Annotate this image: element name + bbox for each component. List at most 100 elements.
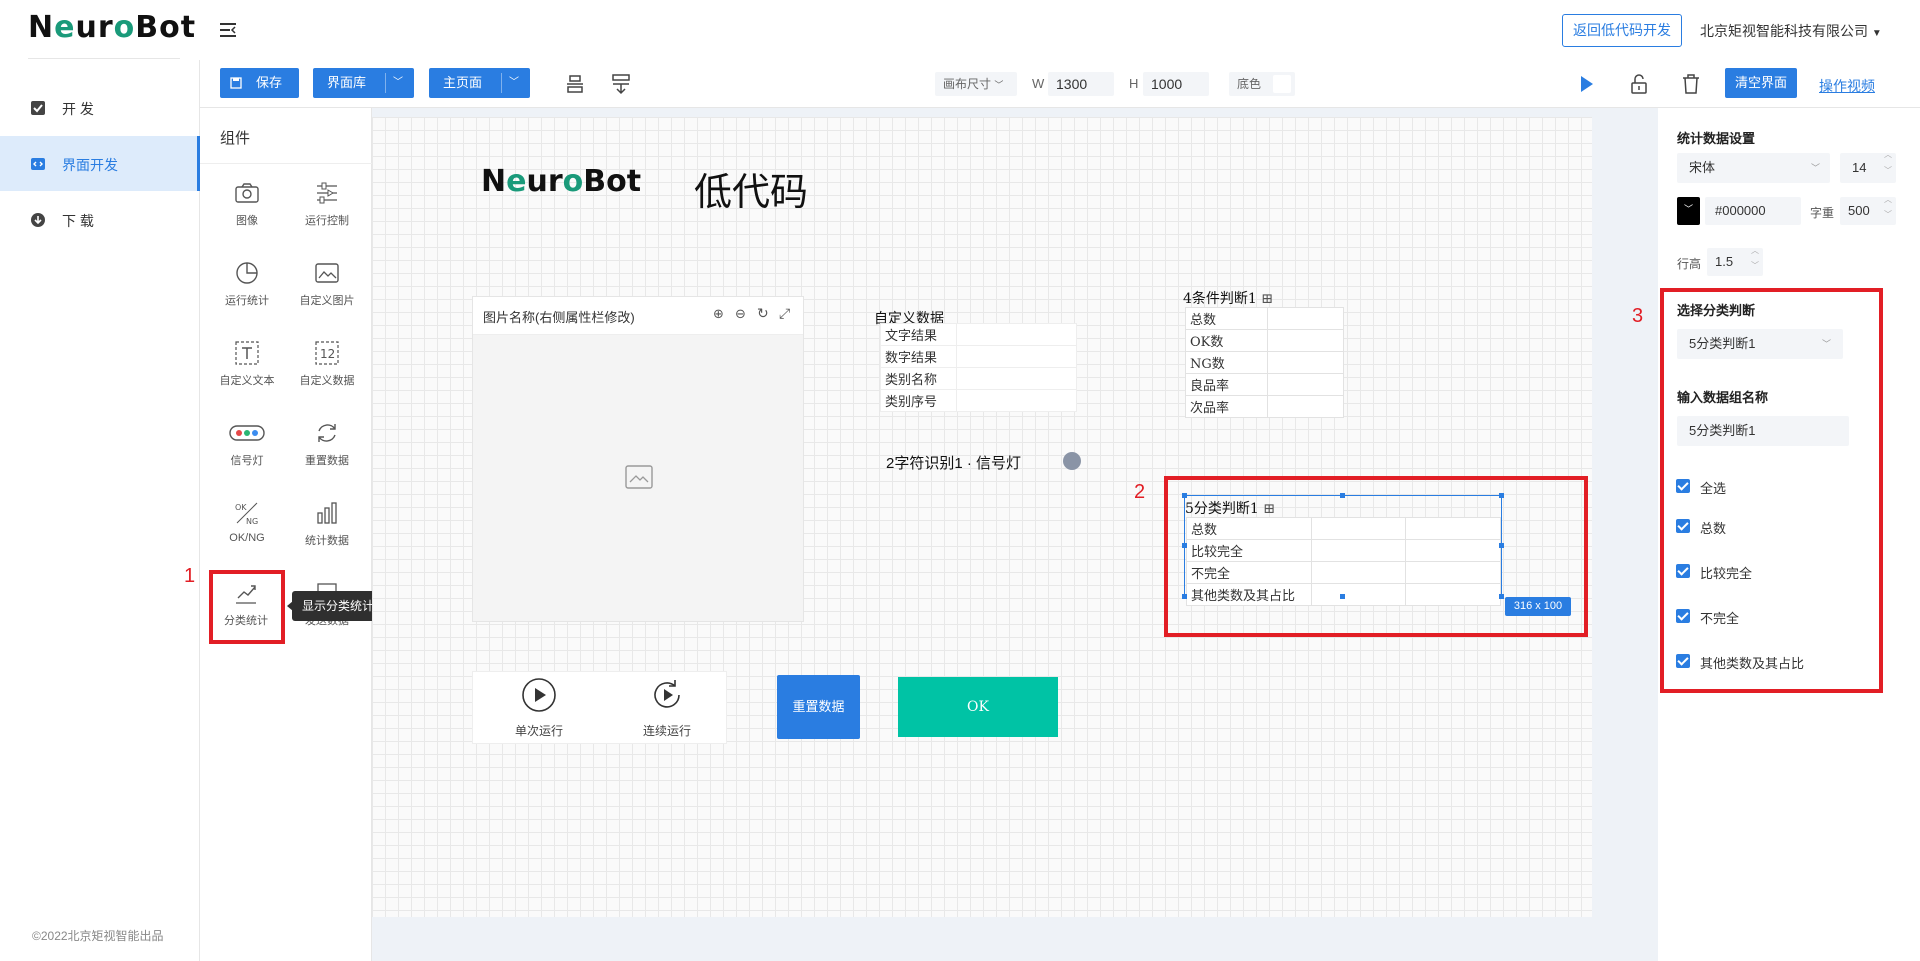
- resize-handle[interactable]: [1340, 594, 1345, 599]
- run-once-button[interactable]: 单次运行: [509, 677, 569, 739]
- checkbox-select-all[interactable]: [1676, 479, 1690, 493]
- class5-title: 5分类判断1 ⊞: [1185, 498, 1275, 518]
- chevron-down-icon: ﹀: [994, 80, 1004, 90]
- group-name-input[interactable]: 5分类判断1: [1677, 416, 1849, 446]
- height-label: H: [1129, 76, 1139, 91]
- resize-handle[interactable]: [1499, 543, 1504, 548]
- resize-handle[interactable]: [1182, 543, 1187, 548]
- play-icon[interactable]: [1574, 72, 1598, 96]
- clear-ui-button[interactable]: 清空界面: [1725, 68, 1797, 98]
- font-size-input[interactable]: 14 ︿ ﹀: [1840, 150, 1896, 183]
- size-badge: 316 x 100: [1505, 597, 1571, 616]
- divider: [501, 73, 502, 93]
- component-custom-data[interactable]: 12 自定义数据: [287, 340, 367, 410]
- component-ok-ng[interactable]: OK NG OK/NG: [207, 500, 287, 570]
- cond4-table[interactable]: 总数 OK数 NG数 良品率 次品率: [1185, 307, 1344, 418]
- resize-handle[interactable]: [1182, 594, 1187, 599]
- font-family-select[interactable]: 宋体 ﹀: [1677, 153, 1830, 183]
- font-weight-label: 字重: [1810, 206, 1835, 220]
- tooltip-arrow: [287, 601, 293, 611]
- width-input[interactable]: 1300: [1048, 72, 1114, 96]
- checkbox-total[interactable]: [1676, 519, 1690, 533]
- component-custom-text[interactable]: 自定义文本: [207, 340, 287, 410]
- stepper-icon[interactable]: ︿ ﹀: [1751, 243, 1759, 273]
- line-height-input[interactable]: 1.5 ︿ ﹀: [1707, 246, 1763, 276]
- color-input[interactable]: #000000: [1705, 197, 1801, 225]
- component-run-stats[interactable]: 运行统计: [207, 260, 287, 330]
- checkbox-incomplete[interactable]: [1676, 609, 1690, 623]
- divider: [28, 58, 180, 59]
- library-dropdown[interactable]: 界面库 ﹀: [313, 68, 414, 98]
- zoom-out-icon[interactable]: ⊖: [735, 306, 746, 322]
- sidebar-item-download[interactable]: 下 载: [0, 192, 200, 247]
- save-button[interactable]: 保存: [220, 68, 299, 98]
- canvas-size-select[interactable]: 画布尺寸 ﹀: [935, 72, 1017, 96]
- cond4-title[interactable]: 4条件判断1 ⊞: [1183, 288, 1273, 308]
- component-signal-light[interactable]: 信号灯: [207, 420, 287, 490]
- back-to-lowcode-button[interactable]: 返回低代码开发: [1562, 14, 1682, 47]
- table-cell: [956, 323, 1077, 346]
- component-run-control[interactable]: 运行控制: [287, 180, 367, 250]
- image-panel[interactable]: 图片名称(右侧属性栏修改) ⊕ ⊖ ↻ ⤢: [472, 296, 804, 622]
- table-cell: NG数: [1185, 351, 1268, 374]
- bg-color-picker[interactable]: 底色: [1229, 72, 1295, 96]
- component-custom-image[interactable]: 自定义图片: [287, 260, 367, 330]
- signal-light-indicator: [1063, 452, 1081, 470]
- distribute-icon[interactable]: [609, 72, 633, 96]
- resize-handle[interactable]: [1499, 493, 1504, 498]
- stepper-icon[interactable]: ︿ ﹀: [1884, 147, 1892, 179]
- signal-light-label[interactable]: 2字符识别1 · 信号灯: [886, 452, 1021, 473]
- number-icon: 12: [315, 341, 339, 365]
- save-icon: [230, 77, 242, 89]
- zoom-in-icon[interactable]: ⊕: [713, 306, 724, 322]
- component-statistics[interactable]: 统计数据: [287, 500, 367, 570]
- table-row: NG数: [1185, 351, 1344, 374]
- resize-handle[interactable]: [1182, 493, 1187, 498]
- reset-data-button[interactable]: 重置数据: [777, 675, 860, 739]
- code-icon: [31, 158, 45, 170]
- canvas-logo[interactable]: NeuroBot: [481, 164, 641, 199]
- class5-component[interactable]: 5分类判断1 ⊞ 总数 比较完全 不完全 其他类数及其占比: [1182, 493, 1504, 606]
- component-image[interactable]: 图像: [207, 180, 287, 250]
- classifier-select[interactable]: 5分类判断1 ﹀: [1677, 329, 1843, 359]
- height-input[interactable]: 1000: [1143, 72, 1209, 96]
- app-logo: NeuroBot: [28, 10, 197, 45]
- checkbox-others[interactable]: [1676, 654, 1690, 668]
- tutorial-video-link[interactable]: 操作视频: [1819, 76, 1875, 96]
- table-cell: 次品率: [1185, 395, 1268, 418]
- checkbox-label: 不完全: [1700, 611, 1740, 626]
- component-label: 重置数据: [305, 455, 349, 467]
- fullscreen-icon[interactable]: ⤢: [779, 305, 790, 322]
- unlock-icon[interactable]: [1627, 72, 1651, 96]
- component-label: 统计数据: [305, 535, 349, 547]
- align-center-icon[interactable]: [563, 72, 587, 96]
- stepper-icon[interactable]: ︿ ﹀: [1884, 192, 1892, 222]
- color-swatch[interactable]: ﹀: [1677, 197, 1700, 225]
- sidebar-item-label: 界面开发: [62, 157, 118, 173]
- trash-icon[interactable]: [1679, 72, 1703, 96]
- custom-data-table[interactable]: 文字结果 数字结果 类别名称 类别序号: [880, 323, 1077, 412]
- company-menu[interactable]: 北京矩视智能科技有限公司 ▼: [1700, 21, 1882, 41]
- picture-icon: [315, 263, 339, 283]
- font-weight-value: 500: [1848, 203, 1870, 218]
- component-reset-data[interactable]: 重置数据: [287, 420, 367, 490]
- checkbox-icon: [31, 101, 45, 115]
- table-cell: [1310, 583, 1407, 606]
- ok-button[interactable]: OK: [898, 677, 1058, 737]
- select-classifier-label: 选择分类判断: [1677, 303, 1756, 318]
- menu-collapse-icon[interactable]: [218, 20, 238, 40]
- sidebar-item-develop[interactable]: 开 发: [0, 80, 200, 135]
- resize-handle[interactable]: [1499, 594, 1504, 599]
- table-cell: [1267, 395, 1344, 418]
- table-row: 总数: [1185, 307, 1344, 330]
- canvas-heading[interactable]: 低代码: [694, 161, 808, 216]
- font-weight-input[interactable]: 500 ︿ ﹀: [1840, 195, 1896, 225]
- table-cell: [1405, 561, 1501, 584]
- run-continuous-button[interactable]: 连续运行: [637, 677, 697, 739]
- checkbox-complete[interactable]: [1676, 564, 1690, 578]
- resize-handle[interactable]: [1340, 493, 1345, 498]
- main-page-dropdown[interactable]: 主页面 ﹀: [429, 68, 530, 98]
- reset-view-icon[interactable]: ↻: [757, 305, 769, 322]
- company-name: 北京矩视智能科技有限公司: [1700, 23, 1868, 39]
- sidebar-item-ui-dev[interactable]: 界面开发: [0, 136, 200, 191]
